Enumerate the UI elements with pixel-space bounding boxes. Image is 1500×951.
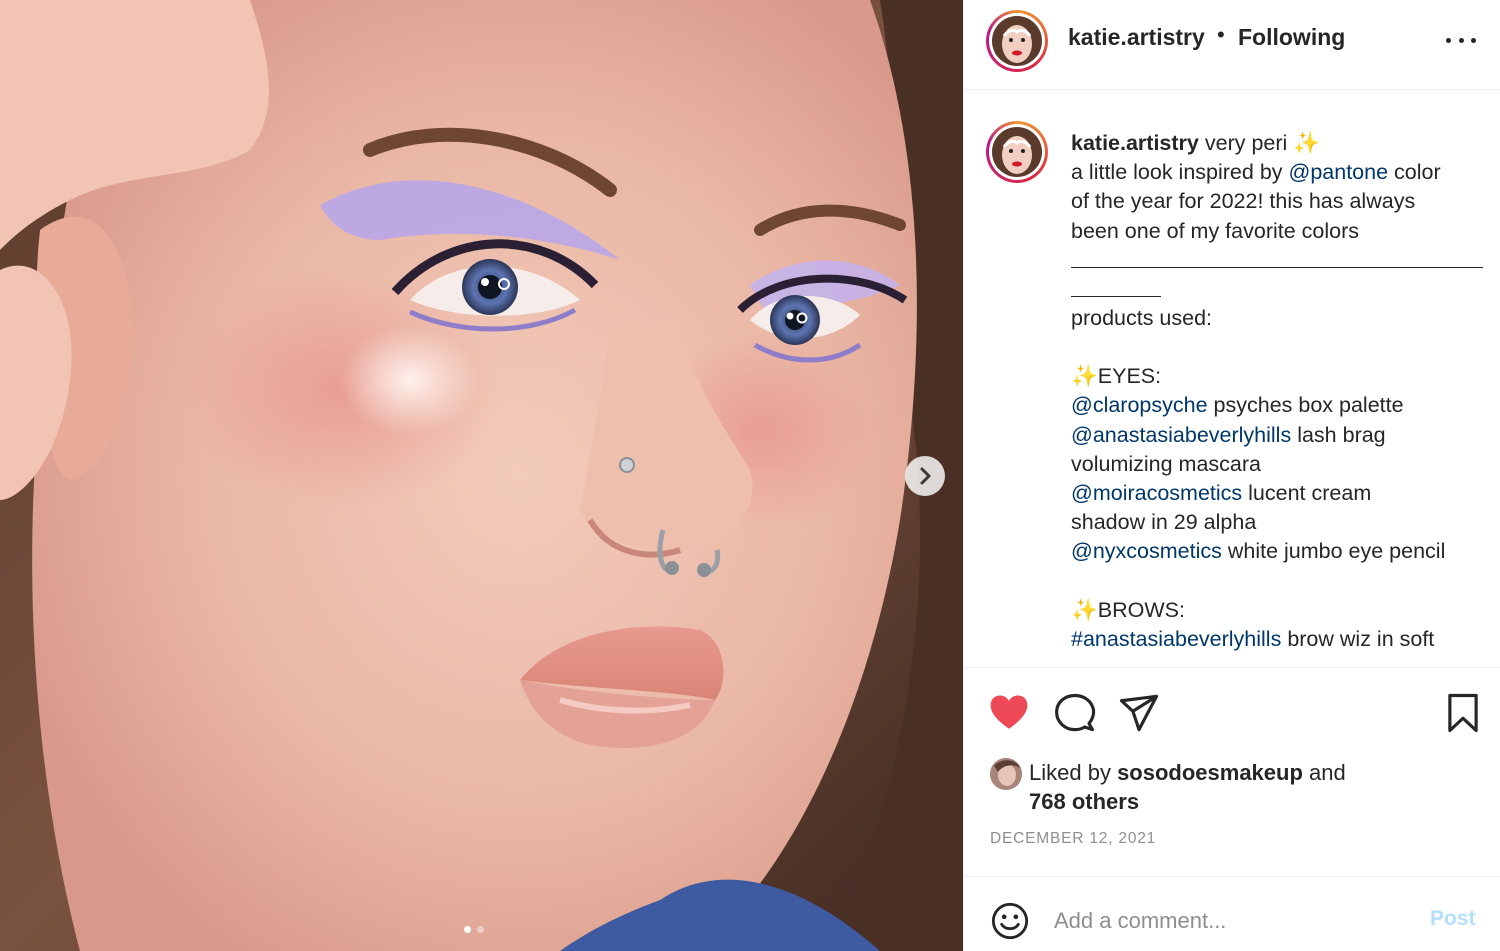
liker-username[interactable]: sosodoesmakeup [1117, 760, 1303, 785]
mention-link[interactable]: @moiracosmetics [1071, 481, 1242, 505]
eyes-heading-line: ✨EYES: [1071, 362, 1483, 391]
brows-heading-line: ✨BROWS: [1071, 596, 1483, 625]
post-date[interactable]: DECEMBER 12, 2021 [990, 830, 1156, 848]
caption-line-2: a little look inspired by @pantone color [1071, 158, 1483, 187]
author-avatar[interactable] [986, 10, 1048, 72]
mention-link[interactable]: @claropsyche [1071, 393, 1208, 417]
product-line: shadow in 29 alpha [1071, 508, 1483, 537]
comment-bar: Post [964, 876, 1500, 951]
share-icon[interactable] [1118, 692, 1160, 734]
next-photo-button[interactable] [905, 456, 945, 496]
carousel-dot-1 [464, 926, 471, 933]
product-text: shadow in 29 alpha [1071, 510, 1257, 535]
emoji-icon[interactable] [990, 901, 1030, 941]
product-text: brow wiz in soft [1281, 627, 1435, 652]
author-username[interactable]: katie.artistry [1068, 24, 1205, 51]
caption-title: very peri [1204, 131, 1288, 155]
mention-link[interactable]: @anastasiabeverlyhills [1071, 423, 1291, 447]
comment-icon[interactable] [1054, 692, 1096, 734]
caption-text: katie.artistry very peri ✨ a little look… [1071, 129, 1483, 654]
caption-divider-short [1071, 275, 1161, 297]
bookmark-icon[interactable] [1442, 692, 1484, 734]
mention-link[interactable]: @pantone [1289, 160, 1389, 184]
likes-summary[interactable]: Liked by sosodoesmakeup and 768 others [1029, 758, 1346, 816]
avatar-image [992, 16, 1042, 66]
product-text: psyches box palette [1207, 393, 1404, 418]
product-text: lash brag [1291, 422, 1386, 447]
products-heading: products used: [1071, 305, 1213, 330]
following-button[interactable]: Following [1238, 24, 1345, 51]
caption-line-4: been one of my favorite colors [1071, 218, 1360, 243]
post-header: katie.artistry • Following [964, 0, 1500, 90]
caption-username[interactable]: katie.artistry [1071, 131, 1199, 155]
caption-text-fragment: color [1388, 160, 1441, 185]
avatar-image [990, 758, 1022, 790]
portrait-illustration [0, 0, 963, 951]
likes-and: and [1302, 760, 1346, 785]
more-options-icon[interactable] [1446, 30, 1476, 50]
mention-link[interactable]: #anastasiabeverlyhills [1071, 627, 1281, 651]
caption-line-1: katie.artistry very peri ✨ [1071, 129, 1483, 158]
post-photo[interactable] [0, 0, 963, 951]
carousel-dot-2 [477, 926, 484, 933]
chevron-right-icon [920, 467, 931, 485]
sparkle-emoji: ✨ [1071, 364, 1098, 389]
carousel-indicator [464, 926, 484, 933]
product-line: @nyxcosmetics white jumbo eye pencil [1071, 537, 1483, 566]
avatar-image [992, 127, 1042, 177]
header-separator: • [1217, 22, 1225, 47]
likes-prefix: Liked by [1029, 760, 1118, 785]
mention-link[interactable]: @nyxcosmetics [1071, 539, 1222, 563]
like-heart-icon[interactable] [988, 692, 1030, 734]
sparkle-emoji: ✨ [1293, 131, 1321, 155]
product-line: @claropsyche psyches box palette [1071, 391, 1483, 420]
eyes-product-list: @claropsyche psyches box palette @anastas… [1071, 391, 1483, 566]
caption-text-fragment: a little look inspired by [1071, 160, 1289, 185]
product-text: white jumbo eye pencil [1221, 539, 1446, 564]
brows-product-list: #anastasiabeverlyhills brow wiz in soft [1071, 625, 1483, 654]
product-line: volumizing mascara [1071, 450, 1483, 479]
post-details-panel: katie.artistry • Following katie.artistr… [963, 0, 1500, 951]
post-comment-button[interactable]: Post [1430, 907, 1476, 931]
caption-divider [1071, 246, 1483, 268]
caption-line-3: of the year for 2022! this has always [1071, 189, 1416, 214]
eyes-heading: EYES: [1097, 364, 1162, 389]
product-text: lucent cream [1242, 481, 1372, 506]
product-line: @anastasiabeverlyhills lash brag [1071, 421, 1483, 450]
product-line: #anastasiabeverlyhills brow wiz in soft [1071, 625, 1483, 654]
post-actions: Liked by sosodoesmakeup and 768 others D… [964, 667, 1500, 877]
brows-heading: BROWS: [1097, 597, 1185, 622]
likes-others[interactable]: 768 others [1029, 789, 1139, 814]
sparkle-emoji: ✨ [1071, 597, 1098, 622]
caption-avatar[interactable] [986, 121, 1048, 183]
caption-section: katie.artistry very peri ✨ a little look… [964, 91, 1500, 667]
comment-input[interactable] [1054, 901, 1394, 941]
product-line: @moiracosmetics lucent cream [1071, 479, 1483, 508]
product-text: volumizing mascara [1071, 451, 1261, 476]
liker-avatar[interactable] [990, 758, 1022, 790]
